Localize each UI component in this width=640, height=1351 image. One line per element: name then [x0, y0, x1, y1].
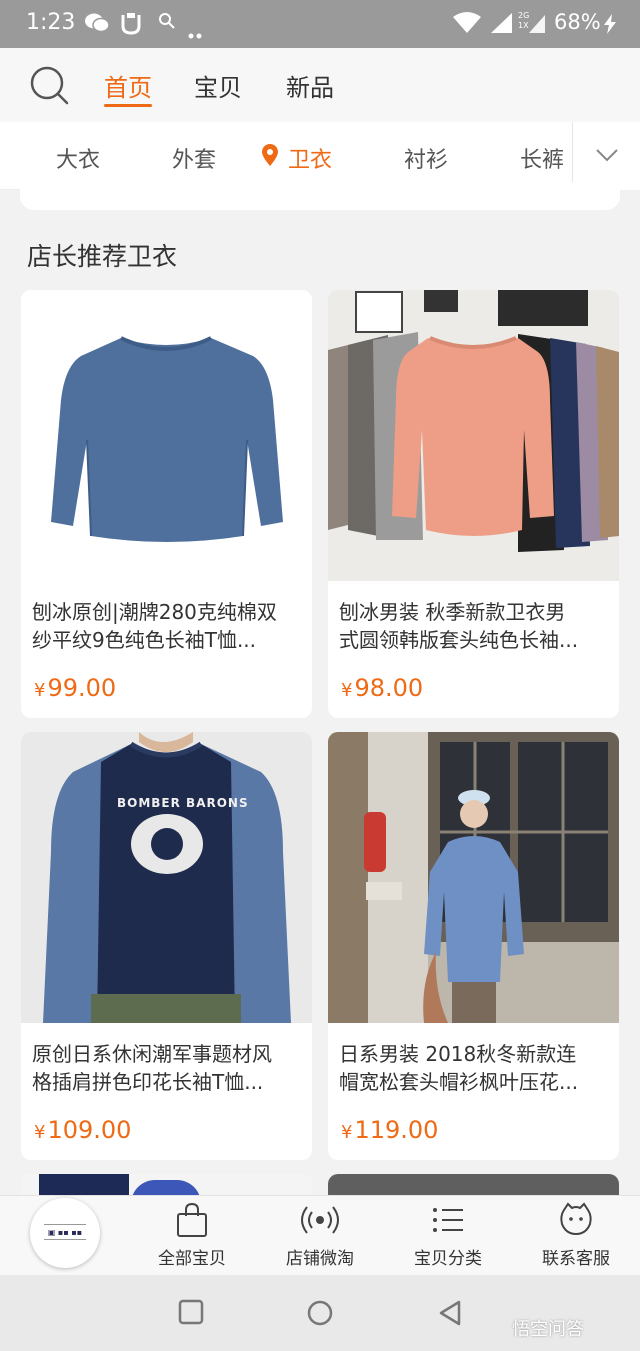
location-pin-icon — [262, 144, 278, 170]
all-products-button[interactable]: 全部宝贝 — [137, 1202, 247, 1269]
notification-icon — [120, 12, 142, 40]
shopping-bag-icon — [177, 1202, 207, 1237]
wechat-icon — [84, 12, 110, 38]
status-time: 1:23 — [26, 10, 76, 35]
chevron-down-icon — [596, 149, 618, 162]
product-price: ¥99.00 — [34, 674, 117, 702]
category-shirts[interactable]: 衬衫 — [404, 142, 448, 174]
tab-new-arrivals[interactable]: 新品 — [286, 68, 334, 103]
search-icon — [30, 66, 69, 105]
shop-logo-icon: ▣ ▪▪ ▪▪ — [44, 1224, 86, 1240]
tab-products[interactable]: 宝贝 — [194, 68, 242, 103]
product-card[interactable]: 刨冰原创|潮牌280克纯棉双 纱平纹9色纯色长袖T恤... ¥99.00 — [21, 290, 312, 718]
shop-logo-button[interactable]: ▣ ▪▪ ▪▪ — [30, 1198, 100, 1268]
active-tab-indicator — [104, 104, 152, 107]
shop-feed-button[interactable]: 店铺微淘 — [265, 1202, 375, 1269]
back-triangle-icon — [439, 1300, 461, 1326]
product-image[interactable] — [21, 290, 312, 581]
product-image[interactable] — [328, 732, 619, 1023]
category-trousers[interactable]: 长裤 — [520, 142, 564, 174]
previous-card-edge — [20, 182, 620, 210]
product-price: ¥98.00 — [341, 674, 424, 702]
product-price: ¥119.00 — [341, 1116, 439, 1144]
product-image[interactable] — [328, 290, 619, 581]
charging-icon — [603, 14, 617, 38]
watermark-text: 悟空问答 — [512, 1319, 584, 1340]
product-card[interactable]: BOMBER BARONS 原创日系休闲潮军事题材风 格插肩拼色印花长袖T恤..… — [21, 732, 312, 1160]
product-price: ¥109.00 — [34, 1116, 132, 1144]
product-image[interactable]: BOMBER BARONS — [21, 732, 312, 1023]
recent-apps-button[interactable] — [178, 1299, 204, 1329]
broadcast-icon — [301, 1206, 339, 1234]
square-icon — [178, 1299, 204, 1325]
search-button[interactable] — [28, 64, 72, 108]
signal-icon — [490, 12, 514, 38]
section-title: 店长推荐卫衣 — [27, 242, 178, 271]
home-button[interactable] — [306, 1299, 334, 1331]
search-icon — [158, 12, 176, 34]
wifi-icon — [452, 12, 482, 38]
product-categories-button[interactable]: 宝贝分类 — [393, 1202, 503, 1269]
category-coats[interactable]: 大衣 — [56, 142, 100, 174]
product-title[interactable]: 原创日系休闲潮军事题材风 格插肩拼色印花长袖T恤... — [32, 1040, 304, 1096]
tab-home[interactable]: 首页 — [104, 68, 152, 103]
circle-icon — [307, 1300, 333, 1326]
system-navigation-bar: 悟空问答 — [0, 1275, 640, 1351]
list-icon — [433, 1208, 463, 1232]
product-card[interactable]: 刨冰男装 秋季新款卫衣男 式圆领韩版套头纯色长袖... ¥98.00 — [328, 290, 619, 718]
chat-face-icon — [560, 1202, 592, 1236]
category-jackets[interactable]: 外套 — [172, 142, 216, 174]
product-title[interactable]: 刨冰原创|潮牌280克纯棉双 纱平纹9色纯色长袖T恤... — [32, 598, 304, 654]
more-dots-icon — [188, 24, 202, 43]
back-button[interactable] — [438, 1299, 462, 1331]
shirt-print-text: BOMBER BARONS — [117, 796, 249, 810]
top-nav: 首页 宝贝 新品 — [0, 48, 640, 122]
battery-percentage: 68% — [554, 10, 601, 34]
category-bar: 大衣 外套 卫衣 衬衫 长裤 — [0, 122, 640, 190]
status-bar: 1:23 2G 1X 68% — [0, 0, 640, 48]
category-hoodies[interactable]: 卫衣 — [288, 142, 332, 174]
product-title[interactable]: 刨冰男装 秋季新款卫衣男 式圆领韩版套头纯色长袖... — [339, 598, 611, 654]
contact-support-button[interactable]: 联系客服 — [521, 1202, 631, 1269]
product-card[interactable]: 日系男装 2018秋冬新款连 帽宽松套头帽衫枫叶压花... ¥119.00 — [328, 732, 619, 1160]
shop-toolbar: ▣ ▪▪ ▪▪ 全部宝贝 店铺微淘 宝贝分类 联系客服 — [0, 1195, 640, 1275]
expand-categories-button[interactable] — [572, 122, 640, 190]
product-title[interactable]: 日系男装 2018秋冬新款连 帽宽松套头帽衫枫叶压花... — [339, 1040, 611, 1096]
signal-2-icon — [528, 12, 546, 38]
